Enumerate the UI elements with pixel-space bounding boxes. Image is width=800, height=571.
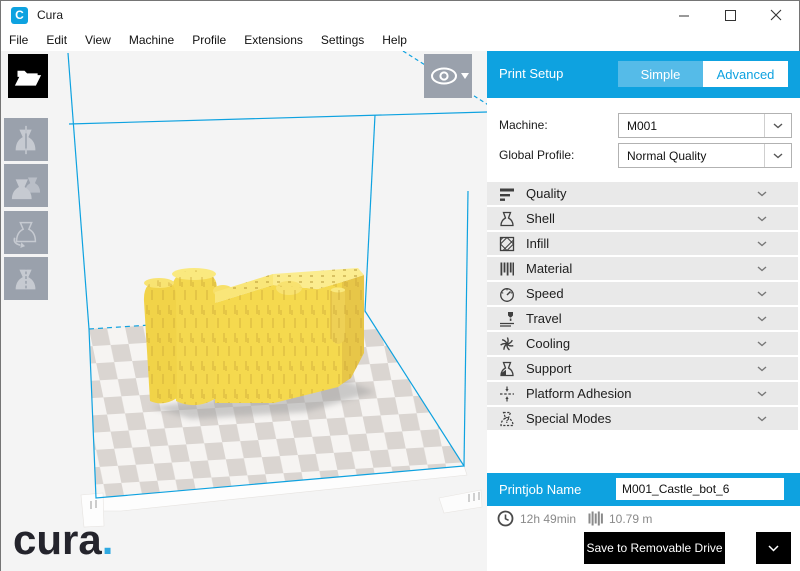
save-to-removable-drive-button[interactable]: Save to Removable Drive bbox=[584, 532, 725, 564]
chevron-down-icon bbox=[768, 545, 779, 552]
chevron-down-icon bbox=[757, 416, 767, 422]
material-length-value: 10.79 m bbox=[609, 512, 652, 526]
chevron-down-icon bbox=[461, 73, 469, 79]
eye-icon bbox=[425, 61, 471, 91]
cura-logo: cura. bbox=[13, 519, 113, 561]
print-time-icon bbox=[497, 510, 514, 527]
window-title: Cura bbox=[37, 8, 63, 22]
settings-categories: Quality Shell Infill bbox=[487, 182, 800, 432]
menu-view[interactable]: View bbox=[85, 33, 120, 47]
logo-text: cura bbox=[13, 516, 102, 563]
machine-label: Machine: bbox=[499, 118, 548, 132]
close-icon bbox=[770, 9, 782, 21]
print-time-value: 12h 49min bbox=[520, 512, 576, 526]
move-tool-icon bbox=[10, 124, 42, 156]
titlebar[interactable]: C Cura bbox=[1, 1, 799, 29]
cooling-icon bbox=[499, 336, 517, 352]
mirror-tool-icon bbox=[10, 263, 42, 295]
scale-tool-icon bbox=[10, 170, 42, 202]
menu-profile[interactable]: Profile bbox=[192, 33, 235, 47]
global-profile-select[interactable]: Normal Quality bbox=[618, 143, 792, 168]
close-button[interactable] bbox=[753, 1, 799, 29]
chevron-down-icon bbox=[757, 191, 767, 197]
chevron-down-icon bbox=[757, 316, 767, 322]
window-controls bbox=[661, 1, 799, 29]
svg-text:?: ? bbox=[504, 415, 509, 425]
travel-icon bbox=[499, 311, 517, 327]
machine-select[interactable]: M001 bbox=[618, 113, 792, 138]
printjob-name-label: Printjob Name bbox=[499, 482, 581, 497]
move-tool-button[interactable] bbox=[4, 118, 48, 161]
chevron-down-icon bbox=[757, 391, 767, 397]
material-length-icon bbox=[588, 510, 604, 527]
scale-tool-button[interactable] bbox=[4, 164, 48, 207]
chevron-down-icon bbox=[757, 366, 767, 372]
maximize-icon bbox=[725, 10, 736, 21]
open-folder-icon bbox=[13, 62, 43, 90]
minimize-icon bbox=[679, 10, 690, 21]
scene-canvas bbox=[1, 51, 487, 571]
chevron-down-icon bbox=[757, 241, 767, 247]
category-travel[interactable]: Travel bbox=[487, 307, 798, 330]
printjob-name-input[interactable] bbox=[616, 478, 784, 500]
simple-mode-button[interactable]: Simple bbox=[618, 61, 703, 87]
category-platform-adhesion[interactable]: Platform Adhesion bbox=[487, 382, 798, 405]
chevron-down-icon bbox=[773, 153, 783, 159]
category-support[interactable]: Support bbox=[487, 357, 798, 380]
machine-select-arrow[interactable] bbox=[764, 114, 791, 137]
print-setup-header: Print Setup Simple Advanced bbox=[487, 51, 800, 98]
chevron-down-icon bbox=[757, 341, 767, 347]
quality-icon bbox=[499, 186, 517, 202]
support-icon bbox=[499, 361, 517, 377]
cura-logo-icon: C bbox=[11, 7, 28, 24]
maximize-button[interactable] bbox=[707, 1, 753, 29]
mode-toggle: Simple Advanced bbox=[618, 61, 788, 87]
category-cooling[interactable]: Cooling bbox=[487, 332, 798, 355]
chevron-down-icon bbox=[757, 291, 767, 297]
menu-settings[interactable]: Settings bbox=[321, 33, 373, 47]
print-setup-panel: Print Setup Simple Advanced Machine: M00… bbox=[487, 51, 800, 571]
mirror-tool-button[interactable] bbox=[4, 257, 48, 300]
logo-dot: . bbox=[102, 516, 114, 563]
minimize-button[interactable] bbox=[661, 1, 707, 29]
machine-value: M001 bbox=[619, 114, 764, 137]
category-shell[interactable]: Shell bbox=[487, 207, 798, 230]
category-special-modes[interactable]: ? Special Modes bbox=[487, 407, 798, 430]
category-infill[interactable]: Infill bbox=[487, 232, 798, 255]
material-icon bbox=[499, 261, 517, 277]
infill-icon bbox=[499, 236, 517, 252]
speed-icon bbox=[499, 286, 517, 302]
menu-machine[interactable]: Machine bbox=[129, 33, 183, 47]
open-file-button[interactable] bbox=[8, 54, 48, 98]
category-quality[interactable]: Quality bbox=[487, 182, 798, 205]
rotate-tool-button[interactable] bbox=[4, 211, 48, 254]
special-modes-icon: ? bbox=[499, 411, 517, 427]
category-material[interactable]: Material bbox=[487, 257, 798, 280]
global-profile-label: Global Profile: bbox=[499, 148, 574, 162]
menu-extensions[interactable]: Extensions bbox=[244, 33, 312, 47]
menu-edit[interactable]: Edit bbox=[46, 33, 76, 47]
print-setup-title: Print Setup bbox=[499, 66, 563, 81]
save-target-dropdown-button[interactable] bbox=[756, 532, 791, 564]
adhesion-icon bbox=[499, 386, 517, 402]
cura-window: { "window": { "title": "Cura" }, "menu":… bbox=[0, 0, 800, 571]
global-profile-select-arrow[interactable] bbox=[764, 144, 791, 167]
category-speed[interactable]: Speed bbox=[487, 282, 798, 305]
3d-viewport[interactable]: cura. bbox=[1, 51, 487, 571]
menubar: File Edit View Machine Profile Extension… bbox=[1, 29, 799, 51]
view-mode-button[interactable] bbox=[424, 54, 472, 98]
shell-icon bbox=[499, 211, 517, 227]
menu-file[interactable]: File bbox=[9, 33, 37, 47]
chevron-down-icon bbox=[757, 216, 767, 222]
chevron-down-icon bbox=[773, 123, 783, 129]
printjob-bar: Printjob Name bbox=[487, 473, 800, 506]
global-profile-value: Normal Quality bbox=[619, 144, 764, 167]
rotate-tool-icon bbox=[10, 217, 42, 249]
menu-help[interactable]: Help bbox=[382, 33, 416, 47]
chevron-down-icon bbox=[757, 266, 767, 272]
advanced-mode-button[interactable]: Advanced bbox=[703, 61, 788, 87]
